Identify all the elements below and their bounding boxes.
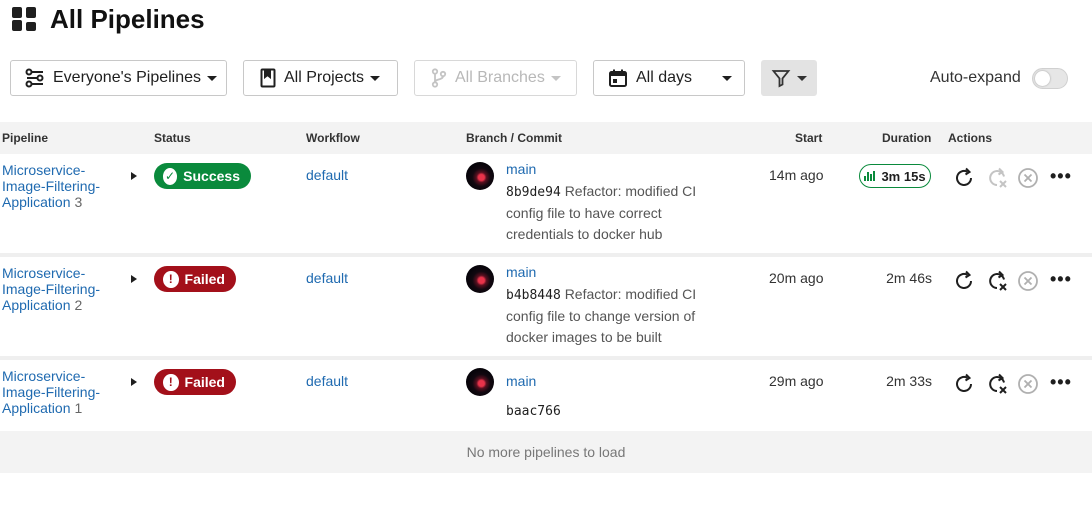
owner-filter-dropdown[interactable]: Everyone's Pipelines [10,60,227,96]
days-filter-label: All days [636,69,693,86]
page-header: All Pipelines [12,4,205,34]
table-header: Pipeline Status Workflow Branch / Commit… [0,122,1092,154]
start-time: 29m ago [769,373,824,389]
start-time: 20m ago [769,270,824,286]
more-actions-icon[interactable]: ••• [1050,166,1072,187]
workflow-link[interactable]: default [306,270,348,286]
auto-expand-toggle[interactable] [1032,68,1068,89]
status-badge[interactable]: ! Failed [154,266,236,292]
avatar [466,265,494,293]
advanced-filter-button[interactable] [761,60,817,96]
rerun-icon[interactable] [952,372,976,396]
column-header-pipeline: Pipeline [2,131,49,145]
branch-filter-label: All Branches [455,69,545,86]
pipeline-number: 1 [74,400,83,416]
table-row: Microservice-Image-Filtering-Application… [0,360,1092,431]
cancel-icon[interactable] [1016,269,1040,293]
chevron-down-icon [207,75,218,81]
column-header-branch-commit: Branch / Commit [466,131,563,145]
pipeline-name-link[interactable]: Microservice-Image-Filtering-Application… [2,368,122,416]
branch-link[interactable]: main [506,161,536,177]
branch-filter-dropdown[interactable]: All Branches [414,60,577,96]
rerun-failed-icon[interactable] [985,269,1009,293]
commit-info[interactable]: b4b8448 Refactor: modified CI config fil… [506,284,716,348]
chevron-down-icon [797,75,807,81]
table-row: Microservice-Image-Filtering-Application… [0,257,1092,360]
workflow-link[interactable]: default [306,167,348,183]
dashboard-grid-icon [12,7,36,31]
cancel-icon[interactable] [1016,166,1040,190]
expand-row-icon[interactable] [131,275,137,283]
project-filter-dropdown[interactable]: All Projects [243,60,398,96]
pipeline-name: Microservice-Image-Filtering-Application [2,162,101,210]
calendar-icon [609,69,627,87]
branch-link[interactable]: main [506,373,536,389]
column-header-duration: Duration [882,131,932,145]
chevron-down-icon [370,75,381,81]
rerun-icon[interactable] [952,269,976,293]
duration-value: 2m 33s [886,373,932,389]
duration-chart-icon [864,171,876,181]
rerun-icon[interactable] [952,166,976,190]
status-badge[interactable]: ✓ Success [154,163,251,189]
expand-row-icon[interactable] [131,378,137,386]
commit-info[interactable]: baac766 [506,400,716,422]
exclamation-circle-icon: ! [163,270,179,288]
pipeline-name-link[interactable]: Microservice-Image-Filtering-Application… [2,265,122,313]
duration-value: 2m 46s [886,270,932,286]
more-actions-icon[interactable]: ••• [1050,269,1072,290]
pipeline-name: Microservice-Image-Filtering-Application [2,368,101,416]
check-circle-icon: ✓ [163,167,178,185]
rerun-failed-icon[interactable] [985,372,1009,396]
status-label: Failed [184,271,225,287]
funnel-filter-icon [771,70,791,88]
commit-sha: baac766 [506,404,561,419]
branch-link[interactable]: main [506,264,536,280]
page-title: All Pipelines [50,3,205,34]
pipeline-name: Microservice-Image-Filtering-Application [2,265,101,313]
auto-expand-label: Auto-expand [930,69,1021,86]
chevron-down-icon [550,75,561,81]
column-header-start: Start [795,131,823,145]
avatar [466,368,494,396]
column-header-workflow: Workflow [306,131,360,145]
pipeline-name-link[interactable]: Microservice-Image-Filtering-Application… [2,162,122,210]
commit-info[interactable]: 8b9de94 Refactor: modified CI config fil… [506,181,716,245]
more-actions-icon[interactable]: ••• [1050,372,1072,393]
owner-filter-label: Everyone's Pipelines [53,69,202,86]
commit-sha: 8b9de94 [506,185,561,200]
pipelines-filter-icon [25,68,44,88]
project-bookmark-icon [260,68,276,88]
duration-value: 3m 15s [881,168,926,184]
chevron-down-icon [722,75,733,81]
pipeline-number: 2 [74,297,83,313]
status-label: Failed [184,374,225,390]
toggle-knob [1035,71,1050,86]
duration-badge[interactable]: 3m 15s [859,164,931,188]
git-branch-icon [431,68,447,88]
status-label: Success [183,168,240,184]
workflow-link[interactable]: default [306,373,348,389]
cancel-icon[interactable] [1016,372,1040,396]
no-more-pipelines-message: No more pipelines to load [0,431,1092,473]
pipeline-number: 3 [74,194,83,210]
expand-row-icon[interactable] [131,172,137,180]
commit-sha: b4b8448 [506,288,561,303]
avatar [466,162,494,190]
days-filter-dropdown[interactable]: All days [593,60,745,96]
status-badge[interactable]: ! Failed [154,369,236,395]
start-time: 14m ago [769,167,824,183]
rerun-failed-icon[interactable] [985,166,1009,190]
project-filter-label: All Projects [284,69,365,86]
table-row: Microservice-Image-Filtering-Application… [0,154,1092,257]
column-header-actions: Actions [948,131,993,145]
column-header-status: Status [154,131,191,145]
exclamation-circle-icon: ! [163,373,179,391]
